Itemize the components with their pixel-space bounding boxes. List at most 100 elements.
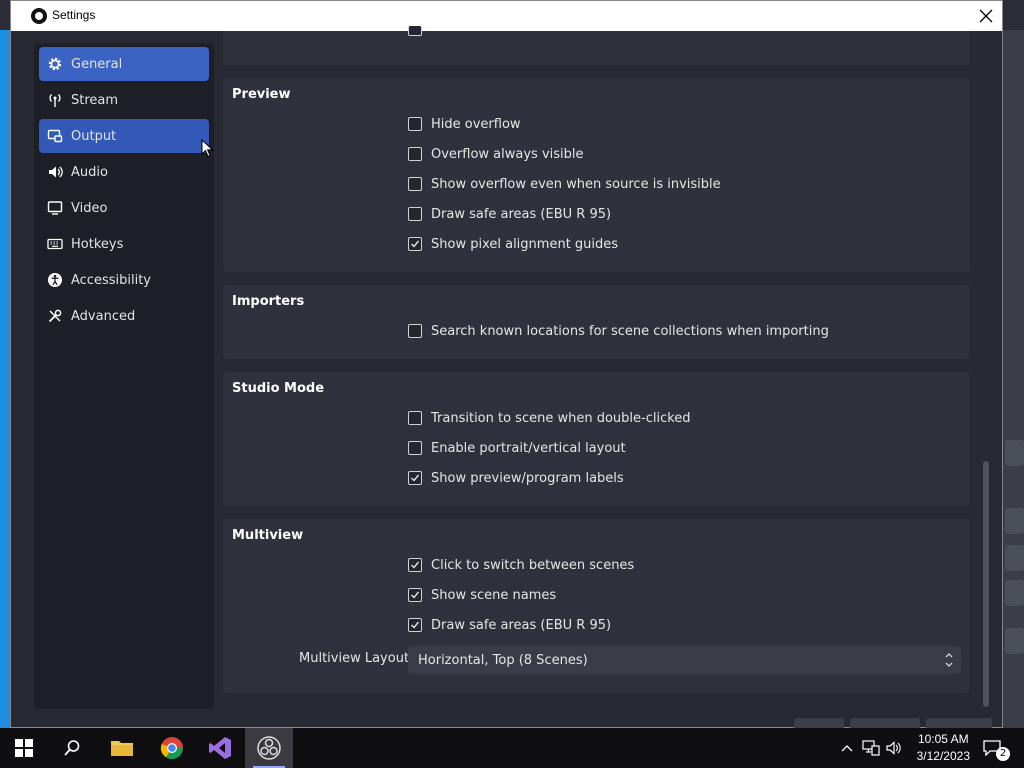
checkbox-label: Show scene names bbox=[431, 587, 557, 603]
sidebar-item-general[interactable]: General bbox=[39, 47, 209, 81]
close-icon bbox=[979, 9, 993, 23]
sidebar-item-video[interactable]: Video bbox=[39, 191, 209, 225]
search-button[interactable] bbox=[48, 728, 96, 768]
sidebar-item-label: Video bbox=[71, 200, 108, 216]
chevron-up-icon bbox=[841, 745, 853, 752]
checkbox-box[interactable] bbox=[408, 441, 422, 455]
tray-network-button[interactable] bbox=[862, 738, 880, 758]
multiview-layout-label: Multiview Layout bbox=[299, 651, 410, 666]
multiview-layout-select[interactable]: Horizontal, Top (8 Scenes) bbox=[408, 646, 961, 674]
clock-time: 10:05 AM bbox=[917, 732, 969, 746]
checkbox-portrait-layout[interactable]: Enable portrait/vertical layout bbox=[408, 439, 626, 457]
checkbox-box[interactable] bbox=[408, 147, 422, 161]
checkbox-box[interactable] bbox=[408, 117, 422, 131]
sidebar-item-label: General bbox=[71, 56, 123, 72]
sidebar-item-stream[interactable]: Stream bbox=[39, 83, 209, 117]
chrome-icon bbox=[160, 737, 183, 760]
tray-overflow-button[interactable] bbox=[838, 738, 856, 758]
network-icon bbox=[862, 740, 880, 756]
checkbox-box[interactable] bbox=[408, 324, 422, 338]
background-panel-button bbox=[1005, 580, 1024, 606]
windows-logo-icon bbox=[15, 739, 33, 757]
mouse-cursor-icon bbox=[201, 139, 214, 158]
sidebar-item-audio[interactable]: Audio bbox=[39, 155, 209, 189]
settings-group-partial bbox=[223, 26, 970, 65]
close-button[interactable] bbox=[970, 1, 1002, 31]
checkbox-box[interactable] bbox=[408, 558, 422, 572]
keyboard-icon bbox=[47, 236, 63, 252]
checkbox-pixel-alignment-guides[interactable]: Show pixel alignment guides bbox=[408, 235, 618, 253]
checkbox-draw-safe-areas[interactable]: Draw safe areas (EBU R 95) bbox=[408, 205, 611, 223]
checkbox-label: Show pixel alignment guides bbox=[431, 236, 619, 252]
checkbox-box[interactable] bbox=[408, 588, 422, 602]
checkbox-show-scene-names[interactable]: Show scene names bbox=[408, 586, 556, 604]
background-spin-button bbox=[1005, 440, 1024, 466]
checkbox-box[interactable] bbox=[408, 411, 422, 425]
sidebar-item-accessibility[interactable]: Accessibility bbox=[39, 263, 209, 297]
checkbox-show-overflow-invisible[interactable]: Show overflow even when source is invisi… bbox=[408, 175, 721, 193]
monitor-icon bbox=[47, 200, 63, 216]
select-value: Horizontal, Top (8 Scenes) bbox=[418, 652, 588, 668]
sidebar-item-label: Advanced bbox=[71, 308, 136, 324]
importers-group: Importers Search known locations for sce… bbox=[223, 285, 970, 359]
background-gear-button bbox=[1005, 628, 1024, 654]
checkbox-box[interactable] bbox=[408, 618, 422, 632]
checkbox-preview-program-labels[interactable]: Show preview/program labels bbox=[408, 469, 624, 487]
chevron-updown-icon bbox=[945, 651, 953, 669]
taskbar-clock[interactable]: 10:05 AM 3/12/2023 bbox=[917, 731, 970, 765]
search-icon bbox=[64, 740, 80, 756]
sidebar-item-label: Audio bbox=[71, 164, 108, 180]
checkbox-multiview-safe-areas[interactable]: Draw safe areas (EBU R 95) bbox=[408, 616, 611, 634]
checkbox-label: Hide overflow bbox=[431, 116, 521, 132]
window-title: Settings bbox=[52, 8, 96, 22]
background-window-right-panel bbox=[1002, 30, 1024, 728]
taskbar-obs[interactable] bbox=[245, 728, 293, 768]
sidebar-item-label: Hotkeys bbox=[71, 236, 124, 252]
title-bar: Settings bbox=[11, 1, 1002, 31]
notification-count-badge: 2 bbox=[996, 747, 1010, 761]
checkbox-search-known-locations[interactable]: Search known locations for scene collect… bbox=[408, 322, 829, 340]
content-scrollbar[interactable] bbox=[983, 461, 989, 707]
checkbox-box[interactable] bbox=[408, 237, 422, 251]
checkbox-label: Show overflow even when source is invisi… bbox=[431, 176, 721, 192]
settings-window: Settings General Stream Output Audio Vid… bbox=[10, 0, 1003, 729]
checkbox-box[interactable] bbox=[408, 177, 422, 191]
multiview-group: Multiview Click to switch between scenes… bbox=[223, 519, 970, 693]
sidebar-item-advanced[interactable]: Advanced bbox=[39, 299, 209, 333]
group-title: Importers bbox=[232, 294, 305, 309]
windows-taskbar: 10:05 AM 3/12/2023 2 bbox=[0, 728, 1024, 768]
tools-icon bbox=[47, 308, 63, 324]
settings-sidebar: General Stream Output Audio Video Hotkey… bbox=[34, 43, 214, 709]
output-icon bbox=[47, 128, 63, 144]
sidebar-item-label: Accessibility bbox=[71, 272, 151, 288]
checkbox-box[interactable] bbox=[408, 207, 422, 221]
group-title: Multiview bbox=[232, 528, 304, 543]
gear-icon bbox=[47, 56, 63, 72]
checkbox-box[interactable] bbox=[408, 471, 422, 485]
taskbar-visual-studio[interactable] bbox=[196, 728, 244, 768]
checkbox-overflow-always-visible[interactable]: Overflow always visible bbox=[408, 145, 584, 163]
background-window-edge bbox=[0, 30, 10, 730]
checkbox-label: Draw safe areas (EBU R 95) bbox=[431, 617, 612, 633]
checkbox-hide-overflow[interactable]: Hide overflow bbox=[408, 115, 521, 133]
tray-volume-button[interactable] bbox=[884, 738, 902, 758]
taskbar-chrome[interactable] bbox=[148, 728, 196, 768]
checkbox-transition-double-click[interactable]: Transition to scene when double-clicked bbox=[408, 409, 691, 427]
checkbox-label: Show preview/program labels bbox=[431, 470, 624, 486]
checkbox-partial[interactable] bbox=[408, 26, 422, 36]
group-title: Preview bbox=[232, 87, 291, 102]
checkbox-label: Draw safe areas (EBU R 95) bbox=[431, 206, 612, 222]
checkmark-icon bbox=[411, 474, 420, 482]
accessibility-icon bbox=[47, 272, 63, 288]
sidebar-item-output[interactable]: Output bbox=[39, 119, 209, 153]
sidebar-item-label: Stream bbox=[71, 92, 119, 108]
sidebar-item-hotkeys[interactable]: Hotkeys bbox=[39, 227, 209, 261]
taskbar-file-explorer[interactable] bbox=[98, 728, 146, 768]
start-button[interactable] bbox=[0, 728, 48, 768]
checkbox-label: Transition to scene when double-clicked bbox=[431, 410, 691, 426]
checkbox-label: Click to switch between scenes bbox=[431, 557, 635, 573]
speaker-icon bbox=[47, 164, 63, 180]
sidebar-item-label: Output bbox=[71, 128, 117, 144]
checkmark-icon bbox=[411, 621, 420, 629]
checkbox-click-switch-scenes[interactable]: Click to switch between scenes bbox=[408, 556, 634, 574]
